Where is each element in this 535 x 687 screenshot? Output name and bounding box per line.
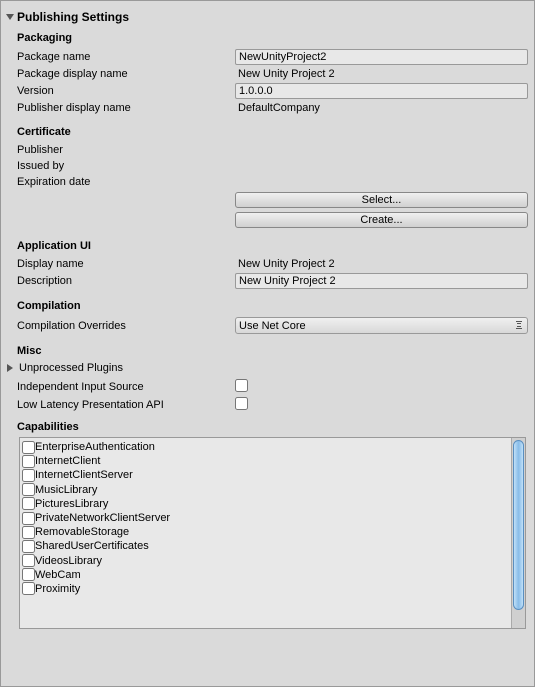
capability-label: WebCam — [35, 569, 81, 581]
capability-checkbox[interactable] — [22, 526, 35, 539]
independent-input-label: Independent Input Source — [17, 381, 235, 393]
low-latency-label: Low Latency Presentation API — [17, 399, 235, 411]
unprocessed-plugins-label: Unprocessed Plugins — [17, 362, 123, 374]
capability-checkbox[interactable] — [22, 483, 35, 496]
foldout-icon — [6, 14, 14, 20]
capability-item[interactable]: Proximity — [22, 582, 509, 596]
cert-expiration-value — [235, 181, 528, 183]
cert-expiration-label: Expiration date — [17, 176, 235, 188]
capability-item[interactable]: VideosLibrary — [22, 554, 509, 568]
cert-select-button[interactable]: Select... — [235, 192, 528, 208]
capability-label: InternetClientServer — [35, 469, 133, 481]
capability-item[interactable]: MusicLibrary — [22, 483, 509, 497]
publishing-settings-title: Publishing Settings — [17, 10, 129, 24]
foldout-icon — [7, 364, 13, 372]
capability-item[interactable]: PrivateNetworkClientServer — [22, 511, 509, 525]
capability-label: VideosLibrary — [35, 555, 102, 567]
publishing-settings-panel: Publishing Settings Packaging Package na… — [0, 0, 535, 687]
capability-item[interactable]: RemovableStorage — [22, 525, 509, 539]
package-name-label: Package name — [17, 51, 235, 63]
capability-checkbox[interactable] — [22, 441, 35, 454]
capability-item[interactable]: SharedUserCertificates — [22, 539, 509, 553]
compilation-overrides-dropdown[interactable]: Use Net Core — [235, 317, 528, 334]
capability-item[interactable]: InternetClientServer — [22, 468, 509, 482]
capability-label: PrivateNetworkClientServer — [35, 512, 170, 524]
low-latency-checkbox[interactable] — [235, 397, 248, 410]
cert-publisher-label: Publisher — [17, 144, 235, 156]
capability-item[interactable]: PicturesLibrary — [22, 497, 509, 511]
capability-checkbox[interactable] — [22, 582, 35, 595]
publishing-settings-header[interactable]: Publishing Settings — [5, 7, 530, 28]
capability-item[interactable]: InternetClient — [22, 454, 509, 468]
publisher-display-name-label: Publisher display name — [17, 102, 235, 114]
misc-header: Misc — [5, 341, 530, 361]
package-name-input[interactable] — [235, 49, 528, 65]
independent-input-checkbox[interactable] — [235, 379, 248, 392]
description-input[interactable] — [235, 273, 528, 289]
publisher-display-name-value: DefaultCompany — [235, 101, 528, 115]
capability-label: Proximity — [35, 583, 80, 595]
capabilities-header: Capabilities — [5, 417, 530, 437]
packaging-header: Packaging — [5, 28, 530, 48]
capability-label: EnterpriseAuthentication — [35, 441, 155, 453]
capability-item[interactable]: EnterpriseAuthentication — [22, 440, 509, 454]
capability-label: MusicLibrary — [35, 484, 97, 496]
cert-issued-by-value — [235, 165, 528, 167]
compilation-overrides-label: Compilation Overrides — [17, 320, 235, 332]
capabilities-list-box: EnterpriseAuthentication InternetClient In… — [19, 437, 526, 629]
capability-label: InternetClient — [35, 455, 100, 467]
scrollbar-thumb[interactable] — [513, 440, 524, 610]
package-display-name-label: Package display name — [17, 68, 235, 80]
capability-checkbox[interactable] — [22, 455, 35, 468]
version-input[interactable] — [235, 83, 528, 99]
certificate-header: Certificate — [5, 122, 530, 142]
capability-checkbox[interactable] — [22, 540, 35, 553]
capability-checkbox[interactable] — [22, 469, 35, 482]
capability-item[interactable]: WebCam — [22, 568, 509, 582]
capability-label: RemovableStorage — [35, 526, 129, 538]
capability-label: SharedUserCertificates — [35, 540, 149, 552]
capability-checkbox[interactable] — [22, 512, 35, 525]
package-display-name-value: New Unity Project 2 — [235, 67, 528, 81]
cert-create-button[interactable]: Create... — [235, 212, 528, 228]
capabilities-list: EnterpriseAuthentication InternetClient In… — [20, 438, 511, 628]
display-name-label: Display name — [17, 258, 235, 270]
version-label: Version — [17, 85, 235, 97]
cert-issued-by-label: Issued by — [17, 160, 235, 172]
display-name-value: New Unity Project 2 — [235, 257, 528, 271]
compilation-header: Compilation — [5, 296, 530, 316]
capability-label: PicturesLibrary — [35, 498, 108, 510]
unprocessed-plugins-foldout[interactable]: Unprocessed Plugins — [5, 361, 530, 375]
scrollbar[interactable] — [511, 438, 525, 628]
capability-checkbox[interactable] — [22, 568, 35, 581]
cert-publisher-value — [235, 149, 528, 151]
capability-checkbox[interactable] — [22, 497, 35, 510]
capability-checkbox[interactable] — [22, 554, 35, 567]
app-ui-header: Application UI — [5, 236, 530, 256]
description-label: Description — [17, 275, 235, 287]
